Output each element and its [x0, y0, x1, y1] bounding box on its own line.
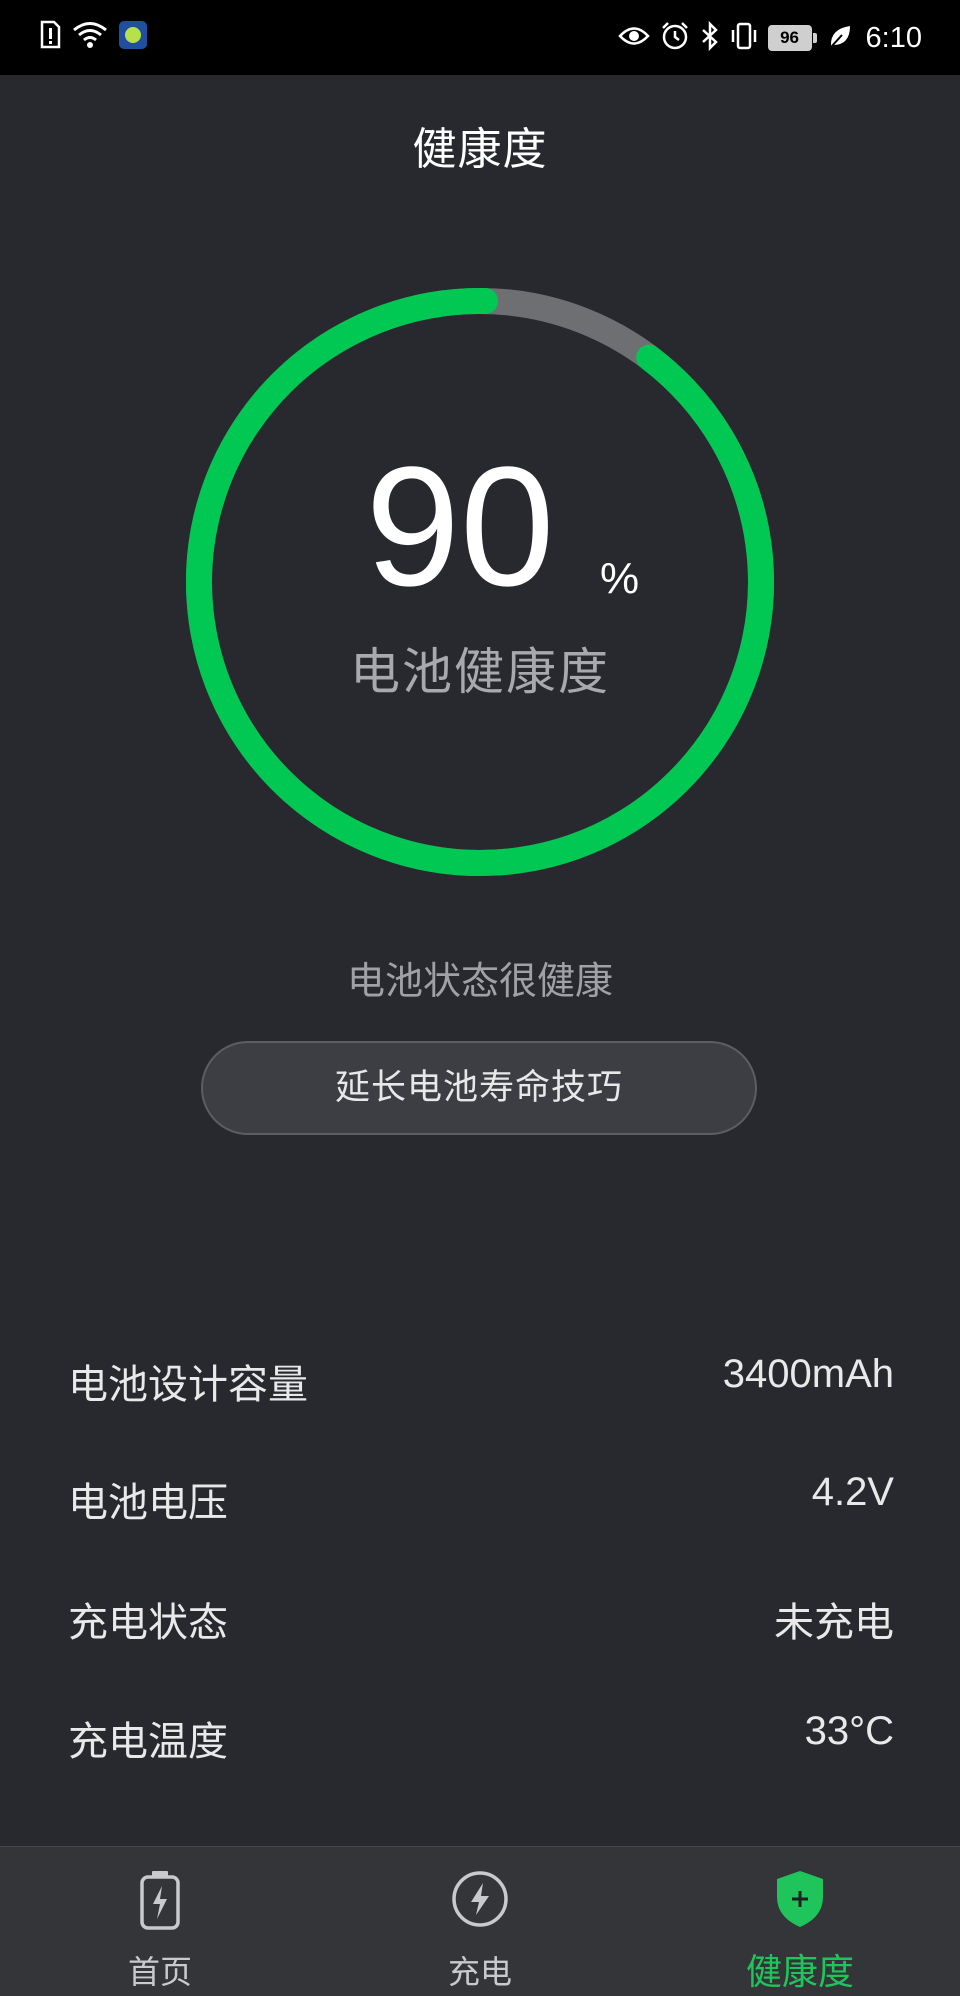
nav-item-home[interactable]: 首页 [0, 1847, 320, 1996]
charge-bolt-icon [320, 1869, 640, 1933]
battery-status-text: 电池状态很健康 [346, 959, 613, 1003]
bluetooth-icon [700, 20, 720, 55]
page-title: 健康度 [412, 124, 548, 175]
health-ring: 90 % 电池健康度 [180, 282, 780, 882]
info-row-voltage: 电池电压 4.2V [68, 1470, 894, 1530]
eye-icon [617, 25, 650, 51]
info-label: 充电状态 [68, 1600, 228, 1646]
info-value: 未充电 [774, 1601, 894, 1645]
health-caption: 电池健康度 [350, 643, 610, 701]
status-bar-left [38, 20, 148, 54]
app-notification-icon [118, 20, 148, 54]
nav-label: 充电 [447, 1953, 512, 1991]
alarm-icon [660, 21, 690, 55]
battery-icon: 96 [767, 25, 817, 51]
info-row-charge-state: 充电状态 未充电 [68, 1590, 894, 1650]
info-value: 3400mAh [722, 1352, 894, 1396]
nav-item-health[interactable]: 健康度 [640, 1847, 960, 1996]
vibrate-icon [730, 21, 758, 55]
status-bar: 96 6:10 [0, 0, 960, 75]
shield-plus-icon [640, 1869, 960, 1933]
info-label: 电池设计容量 [68, 1362, 308, 1408]
bottom-nav: 首页 充电 健康度 [0, 1846, 960, 1996]
battery-tips-button[interactable]: 延长电池寿命技巧 [201, 1041, 757, 1135]
health-percent-unit: % [600, 554, 640, 603]
status-time: 6:10 [865, 21, 922, 54]
info-row-design-capacity: 电池设计容量 3400mAh [68, 1352, 894, 1412]
nav-item-charge[interactable]: 充电 [320, 1847, 640, 1996]
leaf-icon [828, 23, 852, 53]
sim-alert-icon [38, 20, 62, 54]
info-value: 33°C [804, 1709, 894, 1753]
wifi-icon [72, 21, 108, 53]
battery-icon [0, 1869, 320, 1933]
status-bar-right: 96 6:10 [617, 18, 922, 58]
health-percentage: 90 [365, 432, 555, 622]
nav-label: 首页 [127, 1953, 192, 1991]
info-row-temperature: 充电温度 33°C [68, 1709, 894, 1769]
info-label: 电池电压 [68, 1480, 228, 1526]
health-value-wrap: 90 [180, 442, 780, 612]
nav-label: 健康度 [745, 1952, 854, 1993]
info-label: 充电温度 [68, 1719, 228, 1765]
info-value: 4.2V [811, 1470, 894, 1514]
